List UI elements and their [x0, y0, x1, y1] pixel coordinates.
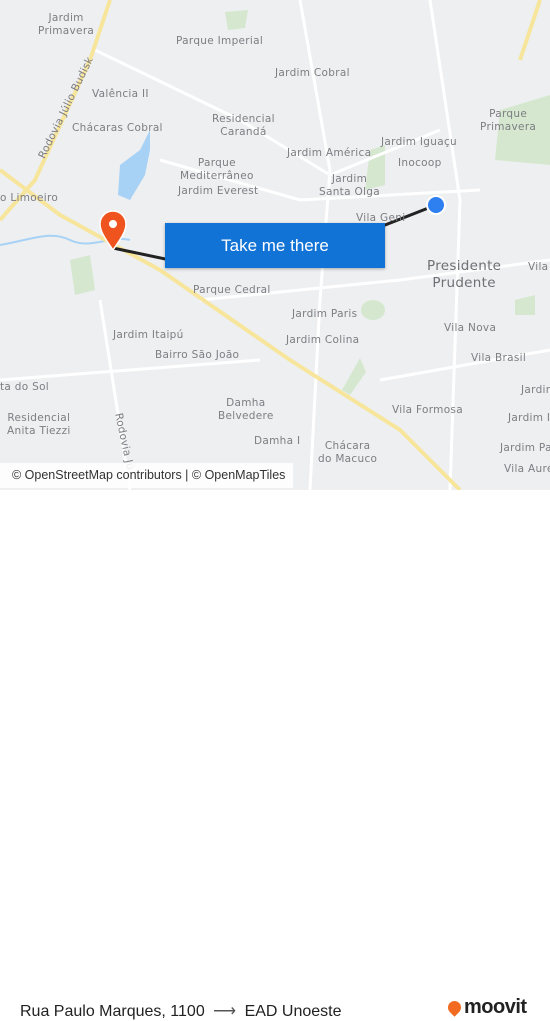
map-label: ta do Sol [0, 381, 50, 393]
map-label: Jardim Iguaçu [381, 136, 457, 148]
map-label: Jardim Colina [286, 334, 360, 346]
map-attribution[interactable]: © OpenStreetMap contributors | © OpenMap… [0, 463, 294, 488]
map-label: Vila Formosa [392, 404, 463, 416]
map-label: Valência II [92, 88, 149, 100]
map-label: Parque Cedral [193, 284, 271, 296]
map-label: Jardim I [508, 412, 550, 424]
map-label: Chácara do Macuco [318, 440, 378, 465]
map-label: Bairro São João [155, 349, 240, 361]
map-label: o Limoeiro [0, 192, 59, 204]
map-label: Jardim Cobral [275, 67, 350, 79]
map-label: Jardim [521, 384, 550, 396]
route-summary: Rua Paulo Marques, 1100 ⟶ EAD Unoeste [20, 1001, 342, 1021]
map-label: Residencial Carandá [212, 113, 275, 138]
map-label: Damha I [254, 435, 301, 447]
map-label: Jardim Everest [178, 185, 259, 197]
map-label: Jardim Santa Olga [319, 173, 380, 198]
map-label: Inocoop [398, 157, 442, 169]
origin-marker[interactable] [426, 195, 446, 215]
map-label: Vila Nova [444, 322, 497, 334]
map-label: Vila Brasil [471, 352, 527, 364]
map-label: Vila [528, 261, 549, 273]
arrow-right-icon: ⟶ [213, 1003, 237, 1020]
take-me-there-button[interactable]: Take me there [165, 223, 385, 268]
origin-text: Rua Paulo Marques, 1100 [20, 1003, 205, 1020]
map-label: Vila Aurélio [504, 463, 550, 475]
city-label: Presidente Prudente [427, 258, 502, 291]
map-label: Parque Mediterrâneo [180, 157, 254, 182]
moovit-pin-icon [445, 998, 464, 1017]
footer: Rua Paulo Marques, 1100 ⟶ EAD Unoeste mo… [0, 490, 550, 1020]
destination-text: EAD Unoeste [244, 1003, 342, 1020]
map-label: Jardim Pa [500, 442, 550, 454]
moovit-logo: moovit [445, 996, 527, 1019]
map-label: Damha Belvedere [218, 397, 274, 422]
map-label: Residencial Anita Tiezzi [7, 412, 71, 437]
destination-marker-icon[interactable] [99, 210, 127, 252]
map-label: Jardim Paris [292, 308, 358, 320]
map-label: Jardim Itaipú [113, 329, 184, 341]
map-label: Parque Imperial [176, 35, 264, 47]
map-label: Parque Primavera [480, 108, 537, 133]
map-label: Jardim Primavera [38, 12, 95, 37]
map-label: Jardim América [287, 147, 372, 159]
brand-text: moovit [464, 996, 527, 1018]
map-label: Chácaras Cobral [72, 122, 163, 134]
